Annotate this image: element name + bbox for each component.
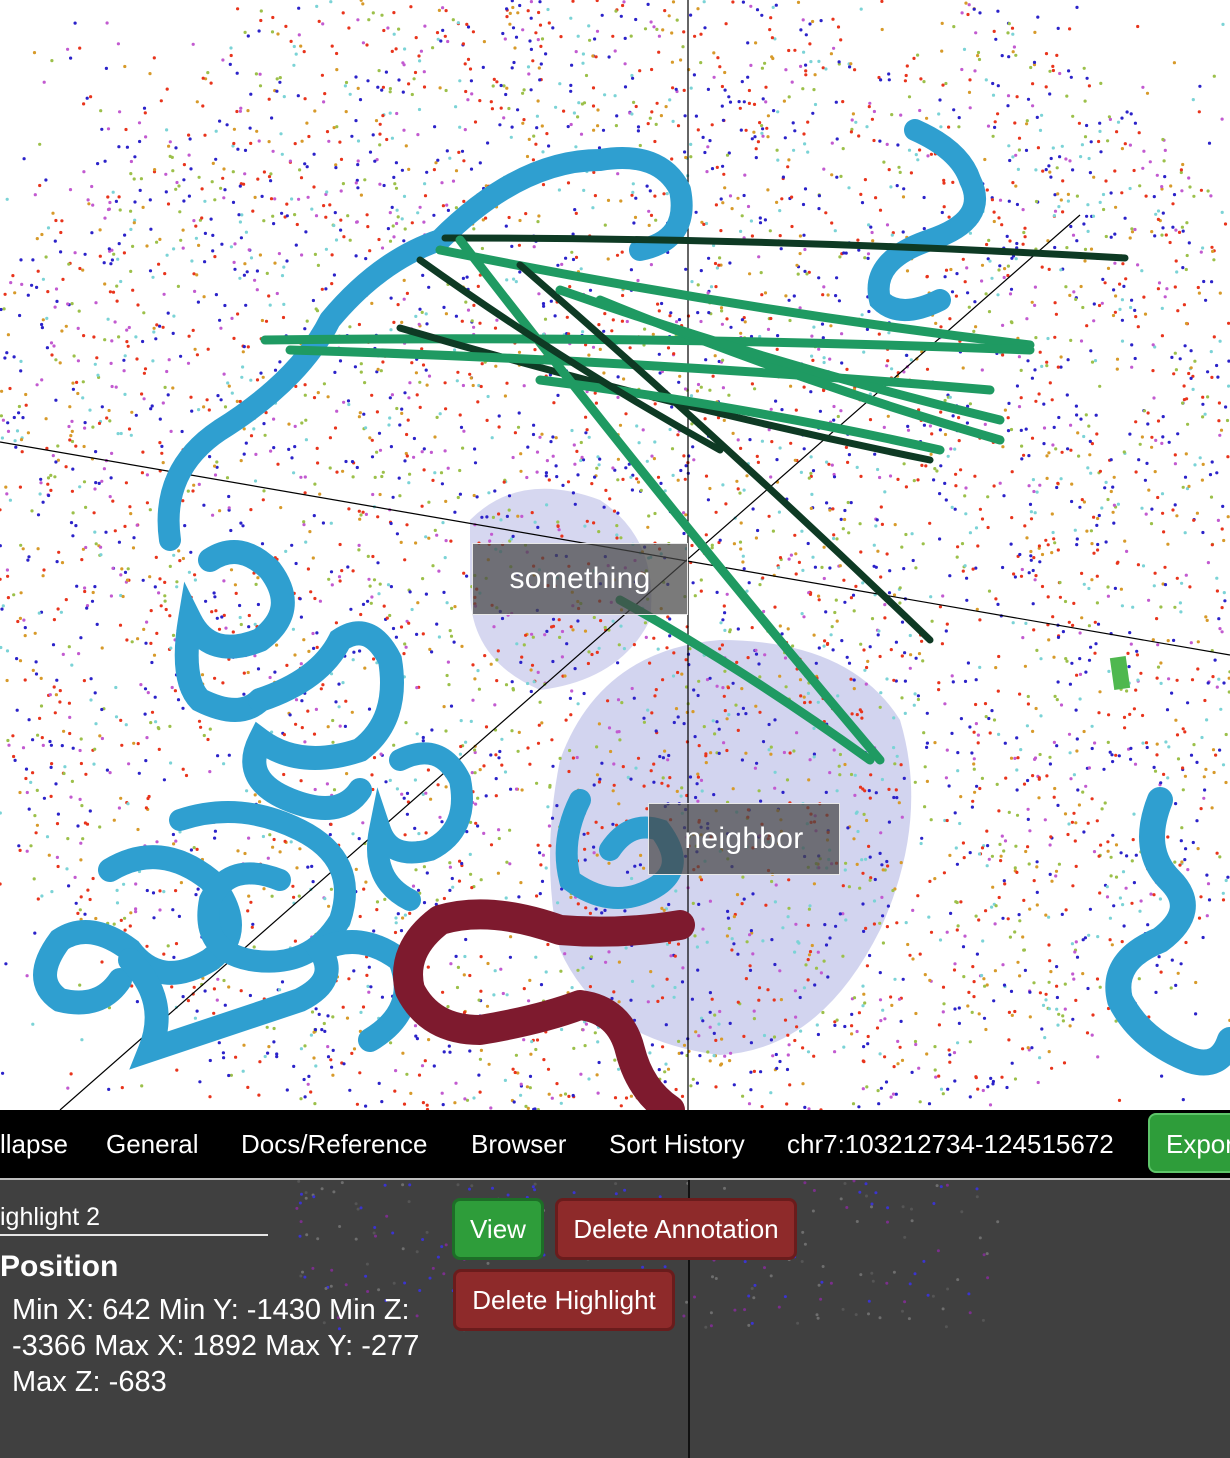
highlight-name[interactable]: ighlight 2 [0,1200,268,1236]
tube-left-cluster-2 [242,621,404,820]
green-marker [1109,656,1131,690]
menu-item-docs-reference[interactable]: Docs/Reference [241,1110,427,1178]
label-neighbor[interactable]: neighbor [648,803,840,875]
label-something[interactable]: something [472,543,688,615]
menu-item-browser[interactable]: Browser [471,1110,566,1178]
tube-top-right [867,119,986,321]
position-values: Min X: 642 Min Y: -1430 Min Z: -3366 Max… [12,1294,420,1398]
3d-viewport[interactable]: something neighbor [0,0,1230,1110]
label-something-text: something [509,562,651,595]
menu-item-sort-history[interactable]: Sort History [609,1110,745,1178]
export-button[interactable]: Expor [1148,1113,1230,1173]
delete-annotation-button[interactable]: Delete Annotation [555,1198,797,1260]
menu-bar: llapse General Docs/Reference Browser So… [0,1110,1230,1180]
delete-highlight-button[interactable]: Delete Highlight [453,1269,675,1331]
position-title: Position [0,1250,119,1283]
tube-top [157,147,693,551]
menu-item-general[interactable]: General [106,1110,199,1178]
menu-item-region[interactable]: chr7:103212734-124515672 [787,1110,1114,1178]
view-button[interactable]: View [452,1198,544,1260]
tube-right [1105,787,1230,1076]
highlight-panel: ighlight 2 Position Min X: 642 Min Y: -1… [0,1180,1230,1458]
tube-left-cluster-6 [367,742,473,911]
label-neighbor-text: neighbor [684,822,804,855]
menu-item-collapse[interactable]: llapse [0,1110,68,1178]
